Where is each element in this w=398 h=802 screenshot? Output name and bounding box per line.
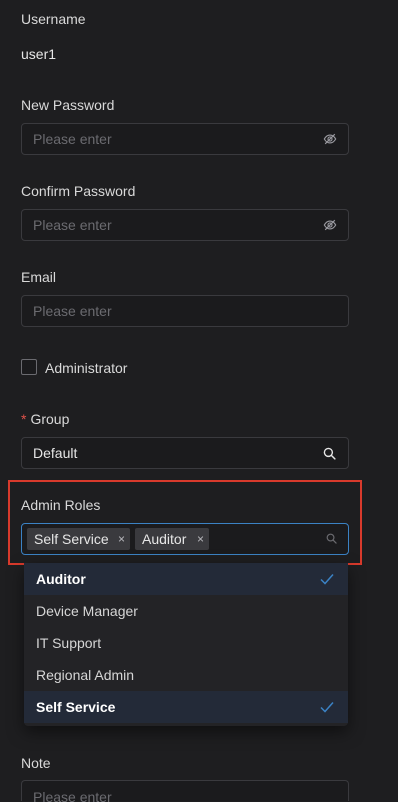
note-field[interactable]: Please enter (21, 780, 349, 802)
confirm-password-placeholder: Please enter (33, 217, 112, 233)
tag-label: Auditor (142, 531, 187, 547)
check-icon (320, 574, 334, 585)
option-label: Auditor (36, 571, 86, 587)
option-label: Regional Admin (36, 667, 135, 683)
required-mark: * (21, 411, 27, 427)
close-icon[interactable]: × (118, 528, 125, 550)
username-value: user1 (21, 46, 57, 62)
new-password-field[interactable]: Please enter (21, 123, 349, 155)
note-placeholder: Please enter (33, 789, 112, 802)
confirm-password-field[interactable]: Please enter (21, 209, 349, 241)
username-label: Username (21, 11, 86, 27)
option-regional-admin[interactable]: Regional Admin (24, 659, 348, 691)
group-label: * Group (21, 410, 69, 428)
option-self-service[interactable]: Self Service (24, 691, 348, 723)
email-label: Email (21, 269, 57, 285)
admin-roles-select[interactable]: Self Service × Auditor × (21, 523, 349, 555)
email-placeholder: Please enter (33, 303, 112, 319)
group-value: Default (33, 445, 78, 461)
email-field[interactable]: Please enter (21, 295, 349, 327)
check-icon (320, 702, 334, 713)
close-icon[interactable]: × (197, 528, 204, 550)
search-icon[interactable] (326, 533, 337, 544)
confirm-password-label: Confirm Password (21, 183, 136, 199)
option-label: Self Service (36, 699, 116, 715)
tag-self-service: Self Service × (27, 528, 130, 550)
option-it-support[interactable]: IT Support (24, 627, 348, 659)
search-icon[interactable] (323, 447, 336, 460)
tag-auditor: Auditor × (135, 528, 209, 550)
eye-off-icon[interactable] (323, 132, 337, 146)
new-password-label: New Password (21, 97, 115, 113)
group-label-text: Group (30, 411, 70, 427)
note-label: Note (21, 755, 51, 771)
new-password-placeholder: Please enter (33, 131, 112, 147)
administrator-label: Administrator (45, 360, 128, 376)
tag-label: Self Service (34, 531, 109, 547)
eye-off-icon[interactable] (323, 218, 337, 232)
option-auditor[interactable]: Auditor (24, 563, 348, 595)
admin-roles-dropdown: Auditor Device Manager IT Support Region… (24, 563, 348, 726)
administrator-checkbox[interactable] (21, 359, 37, 375)
option-label: Device Manager (36, 603, 138, 619)
option-device-manager[interactable]: Device Manager (24, 595, 348, 627)
option-label: IT Support (36, 635, 102, 651)
user-edit-form: Username user1 New Password Please enter… (0, 0, 398, 802)
admin-roles-label: Admin Roles (21, 497, 101, 513)
group-select[interactable]: Default (21, 437, 349, 469)
